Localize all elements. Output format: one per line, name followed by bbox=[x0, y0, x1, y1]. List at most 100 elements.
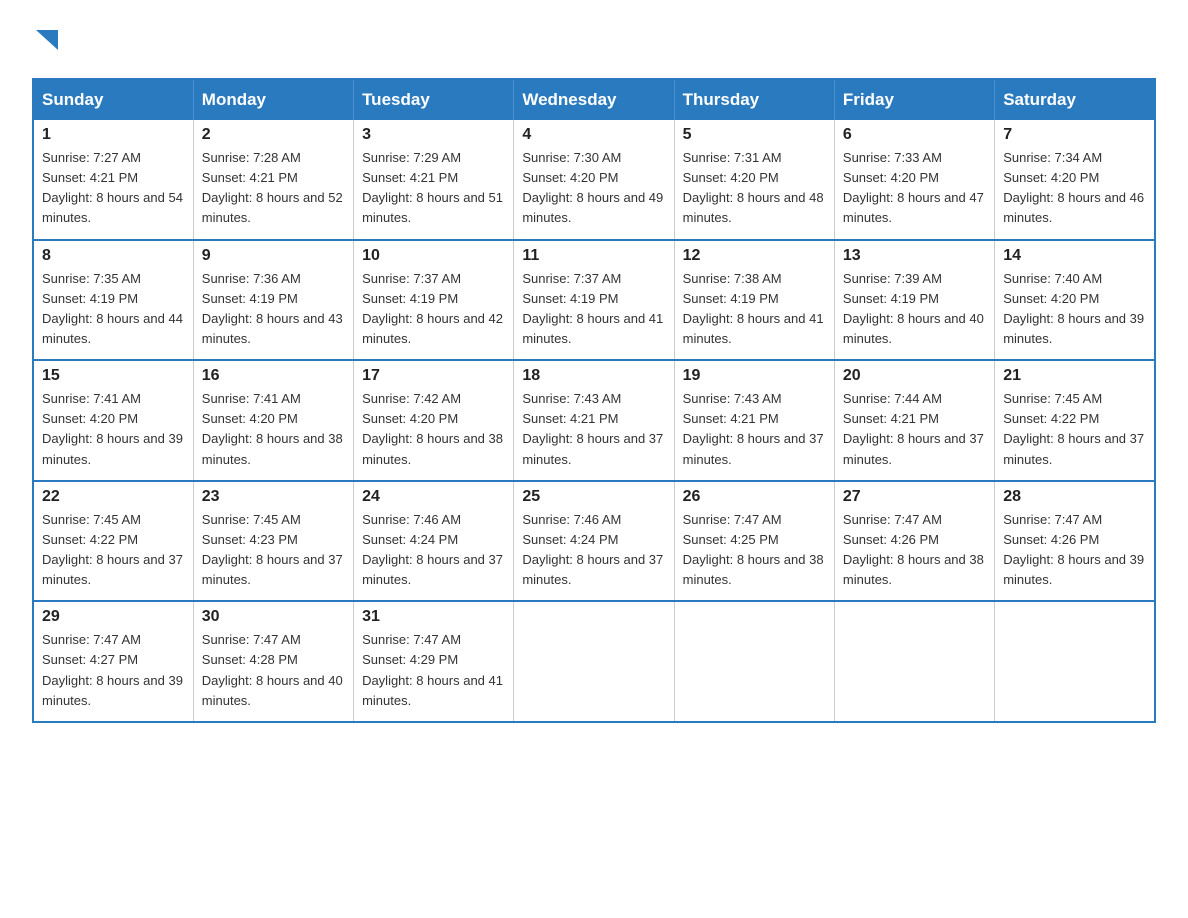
calendar-cell: 11Sunrise: 7:37 AMSunset: 4:19 PMDayligh… bbox=[514, 240, 674, 361]
day-info: Sunrise: 7:37 AMSunset: 4:19 PMDaylight:… bbox=[362, 269, 505, 350]
day-info: Sunrise: 7:35 AMSunset: 4:19 PMDaylight:… bbox=[42, 269, 185, 350]
day-number: 14 bbox=[1003, 247, 1146, 265]
day-info: Sunrise: 7:40 AMSunset: 4:20 PMDaylight:… bbox=[1003, 269, 1146, 350]
day-info: Sunrise: 7:41 AMSunset: 4:20 PMDaylight:… bbox=[202, 389, 345, 470]
day-info: Sunrise: 7:41 AMSunset: 4:20 PMDaylight:… bbox=[42, 389, 185, 470]
calendar-cell: 31Sunrise: 7:47 AMSunset: 4:29 PMDayligh… bbox=[354, 601, 514, 722]
day-number: 2 bbox=[202, 126, 345, 144]
calendar-cell: 22 Sunrise: 7:45 AMSunset: 4:22 PMDayligh… bbox=[33, 481, 193, 602]
day-info: Sunrise: 7:47 AMSunset: 4:27 PMDaylight:… bbox=[42, 630, 185, 711]
calendar-cell: 18Sunrise: 7:43 AMSunset: 4:21 PMDayligh… bbox=[514, 360, 674, 481]
day-number: 23 bbox=[202, 488, 345, 506]
logo bbox=[32, 24, 58, 58]
day-number: 28 bbox=[1003, 488, 1146, 506]
day-info: Sunrise: 7:45 AMSunset: 4:23 PMDaylight:… bbox=[202, 510, 345, 591]
calendar-cell: 1 Sunrise: 7:27 AMSunset: 4:21 PMDaylight… bbox=[33, 120, 193, 240]
weekday-header-monday: Monday bbox=[193, 79, 353, 120]
day-info: Sunrise: 7:47 AMSunset: 4:26 PMDaylight:… bbox=[1003, 510, 1146, 591]
day-number: 31 bbox=[362, 608, 505, 626]
calendar-table: SundayMondayTuesdayWednesdayThursdayFrid… bbox=[32, 78, 1156, 723]
calendar-week-row: 22 Sunrise: 7:45 AMSunset: 4:22 PMDayligh… bbox=[33, 481, 1155, 602]
day-info: Sunrise: 7:29 AMSunset: 4:21 PMDaylight:… bbox=[362, 148, 505, 229]
day-number: 12 bbox=[683, 247, 826, 265]
day-number: 25 bbox=[522, 488, 665, 506]
day-number: 11 bbox=[522, 247, 665, 265]
calendar-cell: 16 Sunrise: 7:41 AMSunset: 4:20 PMDayligh… bbox=[193, 360, 353, 481]
day-info: Sunrise: 7:43 AMSunset: 4:21 PMDaylight:… bbox=[683, 389, 826, 470]
calendar-cell: 28 Sunrise: 7:47 AMSunset: 4:26 PMDayligh… bbox=[995, 481, 1155, 602]
calendar-cell bbox=[674, 601, 834, 722]
day-number: 21 bbox=[1003, 367, 1146, 385]
calendar-cell: 20 Sunrise: 7:44 AMSunset: 4:21 PMDayligh… bbox=[834, 360, 994, 481]
weekday-header-row: SundayMondayTuesdayWednesdayThursdayFrid… bbox=[33, 79, 1155, 120]
calendar-cell: 23 Sunrise: 7:45 AMSunset: 4:23 PMDayligh… bbox=[193, 481, 353, 602]
day-info: Sunrise: 7:27 AMSunset: 4:21 PMDaylight:… bbox=[42, 148, 185, 229]
day-info: Sunrise: 7:42 AMSunset: 4:20 PMDaylight:… bbox=[362, 389, 505, 470]
calendar-cell: 21 Sunrise: 7:45 AMSunset: 4:22 PMDayligh… bbox=[995, 360, 1155, 481]
day-number: 19 bbox=[683, 367, 826, 385]
calendar-cell: 13Sunrise: 7:39 AMSunset: 4:19 PMDayligh… bbox=[834, 240, 994, 361]
day-info: Sunrise: 7:45 AMSunset: 4:22 PMDaylight:… bbox=[1003, 389, 1146, 470]
day-number: 1 bbox=[42, 126, 185, 144]
day-info: Sunrise: 7:33 AMSunset: 4:20 PMDaylight:… bbox=[843, 148, 986, 229]
calendar-cell bbox=[834, 601, 994, 722]
day-info: Sunrise: 7:38 AMSunset: 4:19 PMDaylight:… bbox=[683, 269, 826, 350]
calendar-cell: 27 Sunrise: 7:47 AMSunset: 4:26 PMDayligh… bbox=[834, 481, 994, 602]
day-number: 4 bbox=[522, 126, 665, 144]
calendar-cell: 4 Sunrise: 7:30 AMSunset: 4:20 PMDaylight… bbox=[514, 120, 674, 240]
calendar-cell: 9Sunrise: 7:36 AMSunset: 4:19 PMDaylight… bbox=[193, 240, 353, 361]
logo-line1 bbox=[32, 24, 58, 58]
calendar-cell: 12 Sunrise: 7:38 AMSunset: 4:19 PMDayligh… bbox=[674, 240, 834, 361]
calendar-week-row: 8 Sunrise: 7:35 AMSunset: 4:19 PMDaylight… bbox=[33, 240, 1155, 361]
day-info: Sunrise: 7:28 AMSunset: 4:21 PMDaylight:… bbox=[202, 148, 345, 229]
calendar-cell bbox=[995, 601, 1155, 722]
day-info: Sunrise: 7:34 AMSunset: 4:20 PMDaylight:… bbox=[1003, 148, 1146, 229]
calendar-cell: 5Sunrise: 7:31 AMSunset: 4:20 PMDaylight… bbox=[674, 120, 834, 240]
calendar-cell: 10Sunrise: 7:37 AMSunset: 4:19 PMDayligh… bbox=[354, 240, 514, 361]
calendar-cell: 29Sunrise: 7:47 AMSunset: 4:27 PMDayligh… bbox=[33, 601, 193, 722]
weekday-header-tuesday: Tuesday bbox=[354, 79, 514, 120]
day-number: 24 bbox=[362, 488, 505, 506]
day-number: 27 bbox=[843, 488, 986, 506]
calendar-cell: 2 Sunrise: 7:28 AMSunset: 4:21 PMDaylight… bbox=[193, 120, 353, 240]
day-number: 22 bbox=[42, 488, 185, 506]
calendar-cell: 3 Sunrise: 7:29 AMSunset: 4:21 PMDaylight… bbox=[354, 120, 514, 240]
calendar-cell: 24 Sunrise: 7:46 AMSunset: 4:24 PMDayligh… bbox=[354, 481, 514, 602]
calendar-cell: 19 Sunrise: 7:43 AMSunset: 4:21 PMDayligh… bbox=[674, 360, 834, 481]
day-number: 15 bbox=[42, 367, 185, 385]
day-info: Sunrise: 7:47 AMSunset: 4:26 PMDaylight:… bbox=[843, 510, 986, 591]
day-number: 30 bbox=[202, 608, 345, 626]
calendar-cell: 25 Sunrise: 7:46 AMSunset: 4:24 PMDayligh… bbox=[514, 481, 674, 602]
calendar-cell: 30 Sunrise: 7:47 AMSunset: 4:28 PMDayligh… bbox=[193, 601, 353, 722]
day-info: Sunrise: 7:36 AMSunset: 4:19 PMDaylight:… bbox=[202, 269, 345, 350]
calendar-week-row: 15 Sunrise: 7:41 AMSunset: 4:20 PMDayligh… bbox=[33, 360, 1155, 481]
day-number: 17 bbox=[362, 367, 505, 385]
day-info: Sunrise: 7:31 AMSunset: 4:20 PMDaylight:… bbox=[683, 148, 826, 229]
page-header bbox=[32, 24, 1156, 58]
day-info: Sunrise: 7:47 AMSunset: 4:28 PMDaylight:… bbox=[202, 630, 345, 711]
day-info: Sunrise: 7:45 AMSunset: 4:22 PMDaylight:… bbox=[42, 510, 185, 591]
day-info: Sunrise: 7:46 AMSunset: 4:24 PMDaylight:… bbox=[522, 510, 665, 591]
day-number: 3 bbox=[362, 126, 505, 144]
calendar-week-row: 1 Sunrise: 7:27 AMSunset: 4:21 PMDaylight… bbox=[33, 120, 1155, 240]
day-number: 20 bbox=[843, 367, 986, 385]
calendar-cell bbox=[514, 601, 674, 722]
day-info: Sunrise: 7:47 AMSunset: 4:25 PMDaylight:… bbox=[683, 510, 826, 591]
weekday-header-thursday: Thursday bbox=[674, 79, 834, 120]
calendar-cell: 8 Sunrise: 7:35 AMSunset: 4:19 PMDaylight… bbox=[33, 240, 193, 361]
weekday-header-friday: Friday bbox=[834, 79, 994, 120]
calendar-cell: 6Sunrise: 7:33 AMSunset: 4:20 PMDaylight… bbox=[834, 120, 994, 240]
calendar-header: SundayMondayTuesdayWednesdayThursdayFrid… bbox=[33, 79, 1155, 120]
day-number: 8 bbox=[42, 247, 185, 265]
calendar-cell: 26 Sunrise: 7:47 AMSunset: 4:25 PMDayligh… bbox=[674, 481, 834, 602]
logo-arrow-icon bbox=[36, 24, 58, 58]
calendar-cell: 15 Sunrise: 7:41 AMSunset: 4:20 PMDayligh… bbox=[33, 360, 193, 481]
day-info: Sunrise: 7:30 AMSunset: 4:20 PMDaylight:… bbox=[522, 148, 665, 229]
day-number: 7 bbox=[1003, 126, 1146, 144]
day-number: 26 bbox=[683, 488, 826, 506]
day-info: Sunrise: 7:46 AMSunset: 4:24 PMDaylight:… bbox=[362, 510, 505, 591]
calendar-cell: 7 Sunrise: 7:34 AMSunset: 4:20 PMDaylight… bbox=[995, 120, 1155, 240]
day-number: 16 bbox=[202, 367, 345, 385]
day-info: Sunrise: 7:44 AMSunset: 4:21 PMDaylight:… bbox=[843, 389, 986, 470]
weekday-header-wednesday: Wednesday bbox=[514, 79, 674, 120]
